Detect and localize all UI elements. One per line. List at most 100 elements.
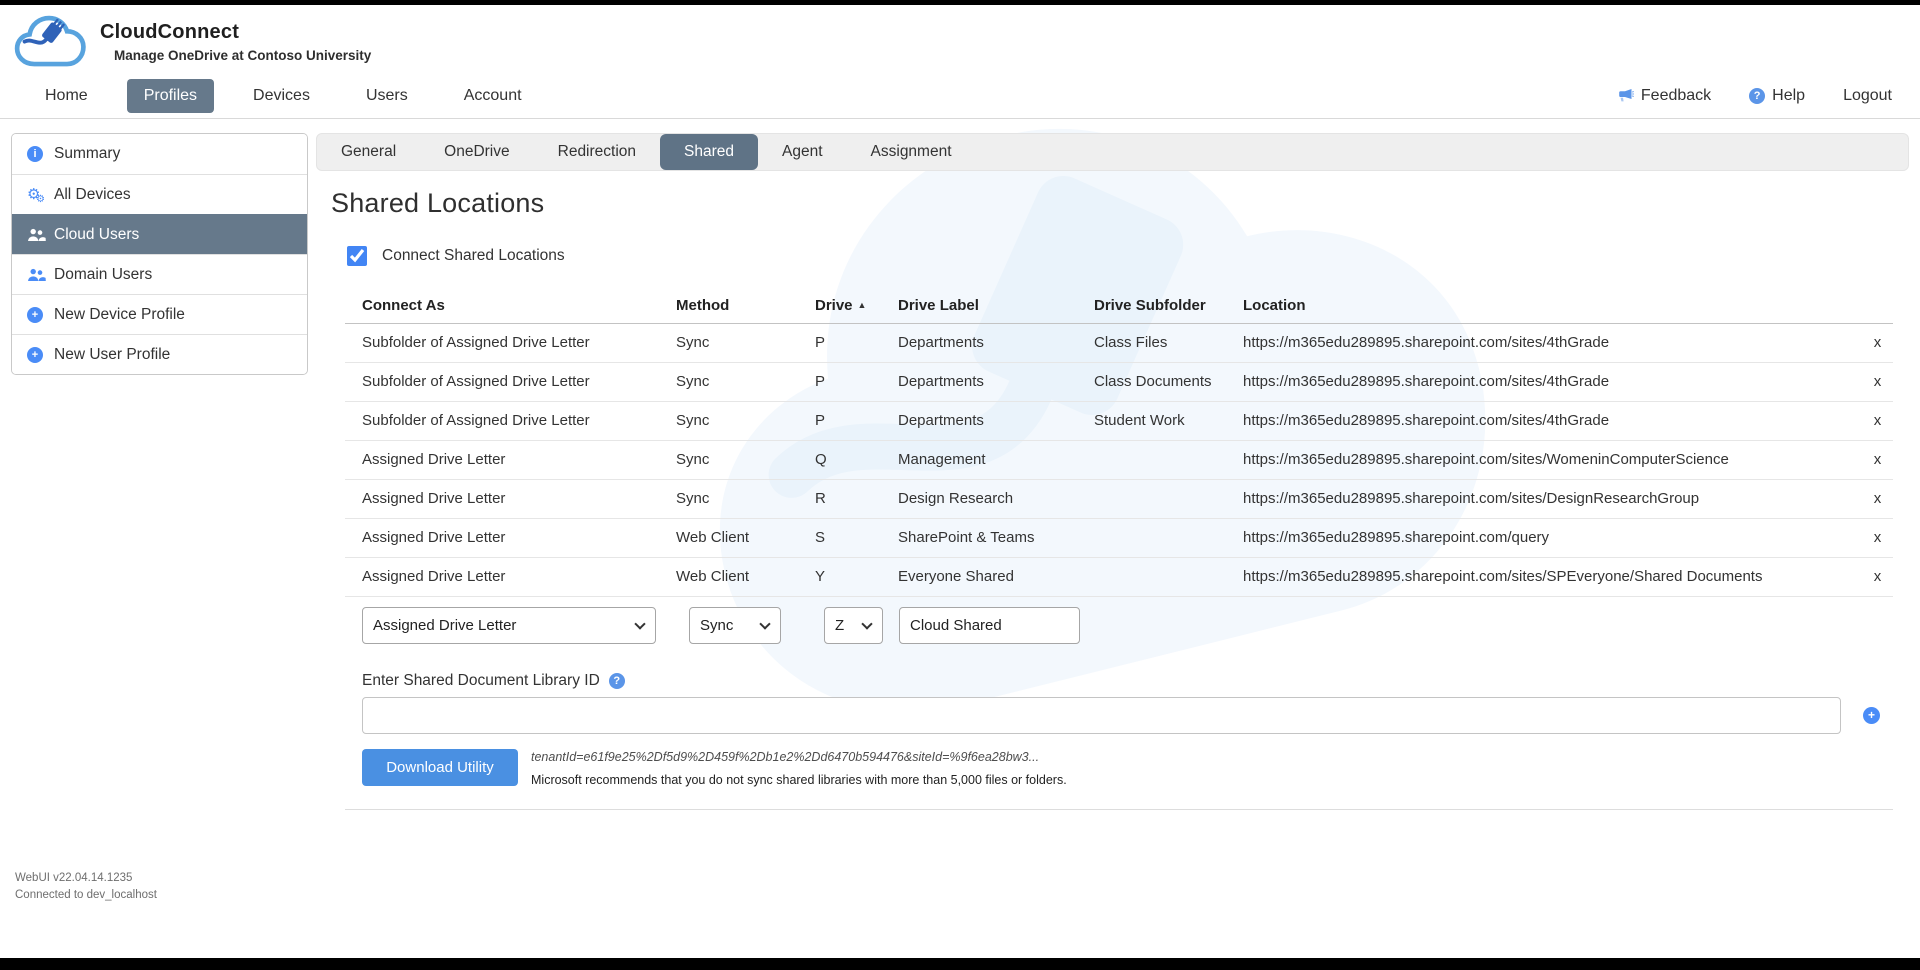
tab-onedrive[interactable]: OneDrive: [420, 134, 533, 170]
cell-location: https://m365edu289895.sharepoint.com/sit…: [1226, 401, 1845, 440]
feedback-label: Feedback: [1641, 87, 1711, 105]
connect-shared-checkbox[interactable]: [347, 246, 367, 266]
library-id-input[interactable]: [362, 697, 1841, 734]
cell-drive-subfolder: Student Work: [1077, 401, 1226, 440]
tab-assignment[interactable]: Assignment: [847, 134, 976, 170]
sidebar-item-label: Domain Users: [54, 266, 152, 284]
footer: WebUI v22.04.14.1235 Connected to dev_lo…: [15, 870, 157, 904]
sync-recommendation-note: Microsoft recommends that you do not syn…: [531, 773, 1067, 787]
cell-drive-label: Departments: [881, 362, 1077, 401]
help-link[interactable]: ? Help: [1749, 87, 1805, 105]
method-select[interactable]: Sync: [689, 607, 781, 644]
tab-shared[interactable]: Shared: [660, 134, 758, 170]
profile-tabbar: General OneDrive Redirection Shared Agen…: [316, 133, 1909, 171]
main-area: i Summary ⚙⚙ All Devices Cloud Users Dom…: [0, 133, 1920, 810]
sidebar-item-summary[interactable]: i Summary: [12, 134, 307, 174]
cell-drive: S: [798, 518, 881, 557]
cell-method: Sync: [659, 479, 798, 518]
tab-agent[interactable]: Agent: [758, 134, 847, 170]
add-location-button[interactable]: +: [1863, 707, 1880, 724]
cell-connect-as: Subfolder of Assigned Drive Letter: [345, 401, 659, 440]
cell-method: Sync: [659, 401, 798, 440]
sidebar-item-all-devices[interactable]: ⚙⚙ All Devices: [12, 174, 307, 214]
nav-item-devices[interactable]: Devices: [236, 79, 327, 113]
remove-row-button[interactable]: x: [1845, 518, 1893, 557]
cell-connect-as: Assigned Drive Letter: [345, 557, 659, 596]
remove-row-button[interactable]: x: [1845, 479, 1893, 518]
feedback-link[interactable]: Feedback: [1617, 87, 1711, 105]
table-row: Assigned Drive Letter Sync R Design Rese…: [345, 479, 1893, 518]
remove-row-button[interactable]: x: [1845, 362, 1893, 401]
logout-label: Logout: [1843, 87, 1892, 105]
page-title: Shared Locations: [331, 188, 1909, 219]
cell-drive: P: [798, 362, 881, 401]
nav-item-home[interactable]: Home: [28, 79, 105, 113]
cell-drive-label: Management: [881, 440, 1077, 479]
table-row: Assigned Drive Letter Web Client S Share…: [345, 518, 1893, 557]
sidebar-item-label: All Devices: [54, 186, 131, 204]
logout-link[interactable]: Logout: [1843, 87, 1892, 105]
cell-drive-subfolder: [1077, 479, 1226, 518]
help-label: Help: [1772, 87, 1805, 105]
sort-asc-icon: ▲: [858, 300, 867, 310]
sidebar-item-new-user-profile[interactable]: + New User Profile: [12, 334, 307, 374]
sidebar-item-label: New Device Profile: [54, 306, 185, 324]
library-help-icon[interactable]: ?: [609, 673, 625, 689]
gears-icon: ⚙⚙: [27, 187, 54, 202]
cell-drive-label: SharePoint & Teams: [881, 518, 1077, 557]
cell-drive-label: Departments: [881, 323, 1077, 362]
nav-item-users[interactable]: Users: [349, 79, 425, 113]
sidebar-item-label: Cloud Users: [54, 226, 139, 244]
download-info: tenantId=e61f9e25%2Df5d9%2D459f%2Db1e2%2…: [531, 749, 1067, 789]
remove-row-button[interactable]: x: [1845, 323, 1893, 362]
cell-location: https://m365edu289895.sharepoint.com/sit…: [1226, 557, 1845, 596]
nav-item-account[interactable]: Account: [447, 79, 539, 113]
sidebar: i Summary ⚙⚙ All Devices Cloud Users Dom…: [11, 133, 308, 375]
connect-shared-label: Connect Shared Locations: [382, 247, 565, 265]
sidebar-item-new-device-profile[interactable]: + New Device Profile: [12, 294, 307, 334]
cell-drive-label: Design Research: [881, 479, 1077, 518]
tenant-id-text: tenantId=e61f9e25%2Df5d9%2D459f%2Db1e2%2…: [531, 750, 1067, 764]
shared-locations-table: Connect As Method Drive▲ Drive Label Dri…: [345, 288, 1893, 597]
sidebar-item-cloud-users[interactable]: Cloud Users: [12, 214, 307, 254]
sidebar-item-label: Summary: [54, 145, 120, 163]
info-icon: i: [27, 146, 54, 162]
cell-connect-as: Assigned Drive Letter: [345, 479, 659, 518]
webui-version: WebUI v22.04.14.1235: [15, 870, 157, 887]
drive-letter-select[interactable]: Z: [824, 607, 883, 644]
cloudconnect-logo-icon: [14, 14, 92, 72]
bottom-black-bar: [0, 958, 1920, 970]
cell-location: https://m365edu289895.sharepoint.com/sit…: [1226, 479, 1845, 518]
remove-row-button[interactable]: x: [1845, 440, 1893, 479]
cell-location: https://m365edu289895.sharepoint.com/sit…: [1226, 362, 1845, 401]
nav-item-profiles[interactable]: Profiles: [127, 79, 214, 113]
cell-connect-as: Assigned Drive Letter: [345, 440, 659, 479]
remove-row-button[interactable]: x: [1845, 401, 1893, 440]
cell-method: Sync: [659, 440, 798, 479]
col-drive-subfolder[interactable]: Drive Subfolder: [1077, 288, 1226, 323]
tab-general[interactable]: General: [317, 134, 420, 170]
drive-label-input[interactable]: [899, 607, 1080, 644]
cell-drive: R: [798, 479, 881, 518]
connect-as-select[interactable]: Assigned Drive Letter: [362, 607, 656, 644]
library-id-label: Enter Shared Document Library ID: [362, 672, 600, 690]
col-connect-as[interactable]: Connect As: [345, 288, 659, 323]
table-row: Subfolder of Assigned Drive Letter Sync …: [345, 401, 1893, 440]
section-divider: [345, 809, 1893, 810]
col-drive-label[interactable]: Drive Label: [881, 288, 1077, 323]
cell-method: Sync: [659, 323, 798, 362]
cell-drive-subfolder: Class Files: [1077, 323, 1226, 362]
col-location[interactable]: Location: [1226, 288, 1845, 323]
cell-drive-subfolder: [1077, 518, 1226, 557]
download-utility-button[interactable]: Download Utility: [362, 749, 518, 786]
users-icon: [27, 268, 54, 282]
tab-redirection[interactable]: Redirection: [534, 134, 660, 170]
col-method[interactable]: Method: [659, 288, 798, 323]
sidebar-item-domain-users[interactable]: Domain Users: [12, 254, 307, 294]
app-subtitle: Manage OneDrive at Contoso University: [114, 48, 371, 63]
cell-drive-subfolder: Class Documents: [1077, 362, 1226, 401]
remove-row-button[interactable]: x: [1845, 557, 1893, 596]
cell-drive-subfolder: [1077, 557, 1226, 596]
cell-location: https://m365edu289895.sharepoint.com/sit…: [1226, 440, 1845, 479]
col-drive[interactable]: Drive▲: [798, 288, 881, 323]
